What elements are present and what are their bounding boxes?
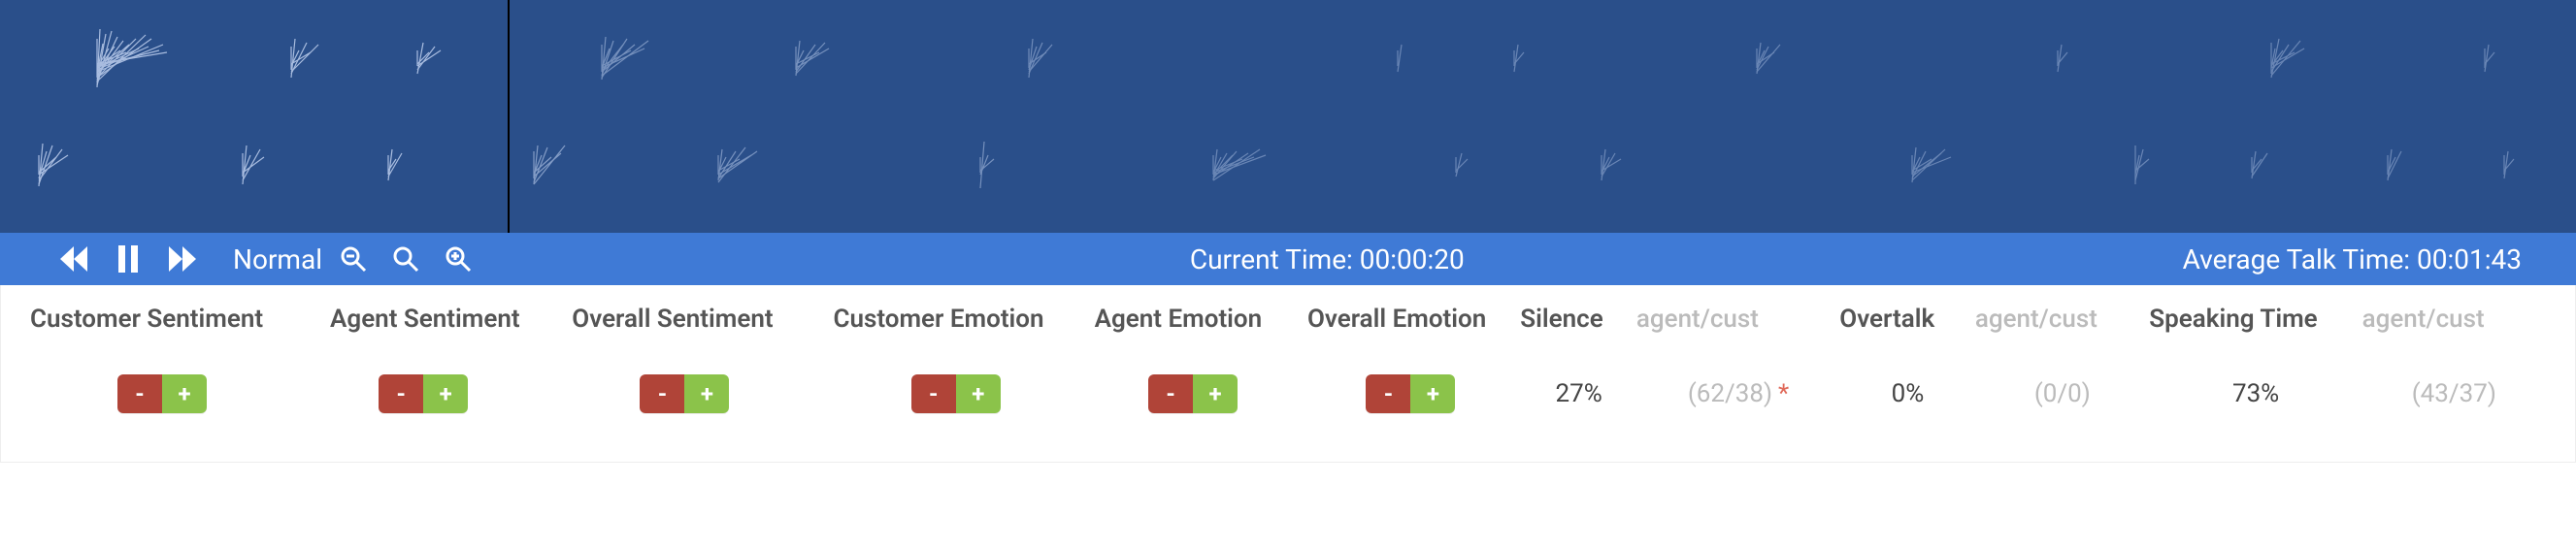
- overall-emotion-plus[interactable]: +: [1410, 374, 1455, 413]
- zoom-out-icon: [340, 245, 367, 273]
- avg-talk-display: Average Talk Time: 00:01:43: [2183, 243, 2522, 275]
- silence-ratio: (62/38)*: [1636, 379, 1839, 408]
- col-overall-sentiment: Overall Sentiment: [572, 305, 833, 334]
- root: Normal Current Time: 00:00:20 Average Ta…: [0, 0, 2576, 463]
- customer-sentiment-control: - +: [117, 374, 207, 413]
- pause-icon: [116, 245, 140, 273]
- speed-label[interactable]: Normal: [233, 243, 322, 275]
- pause-button[interactable]: [116, 245, 140, 273]
- agent-sentiment-plus[interactable]: +: [423, 374, 468, 413]
- forward-icon: [167, 246, 198, 272]
- overall-emotion-control: - +: [1366, 374, 1455, 413]
- agent-emotion-plus[interactable]: +: [1193, 374, 1238, 413]
- avg-talk-label: Average Talk Time:: [2183, 243, 2417, 275]
- overtalk-ratio: (0/0): [1975, 379, 2149, 408]
- silence-ratio-val: (62/38): [1688, 379, 1772, 408]
- rewind-button[interactable]: [58, 246, 89, 272]
- agent-sentiment-minus[interactable]: -: [379, 374, 423, 413]
- col-speaking-ratio-label: agent/cust: [2362, 305, 2546, 334]
- playback-controls: [58, 245, 198, 273]
- col-agent-sentiment: Agent Sentiment: [330, 305, 572, 334]
- agent-emotion-control: - +: [1148, 374, 1238, 413]
- current-time-display: Current Time: 00:00:20: [472, 243, 2183, 275]
- forward-button[interactable]: [167, 246, 198, 272]
- col-overall-emotion: Overall Emotion: [1307, 305, 1520, 334]
- overall-sentiment-minus[interactable]: -: [640, 374, 684, 413]
- waveform-area[interactable]: [0, 0, 2576, 233]
- speaking-pct: 73%: [2150, 379, 2362, 408]
- col-customer-emotion: Customer Emotion: [833, 305, 1094, 334]
- customer-emotion-minus[interactable]: -: [911, 374, 956, 413]
- zoom-reset-button[interactable]: [392, 245, 419, 273]
- metrics-panel: Customer Sentiment Agent Sentiment Overa…: [0, 285, 2576, 463]
- agent-emotion-minus[interactable]: -: [1148, 374, 1193, 413]
- customer-emotion-plus[interactable]: +: [956, 374, 1001, 413]
- current-time-label: Current Time:: [1190, 243, 1360, 275]
- speaking-ratio: (43/37): [2362, 379, 2546, 408]
- silence-pct: 27%: [1521, 379, 1637, 408]
- overall-emotion-minus[interactable]: -: [1366, 374, 1410, 413]
- col-agent-emotion: Agent Emotion: [1095, 305, 1307, 334]
- overall-sentiment-plus[interactable]: +: [684, 374, 729, 413]
- col-overtalk-ratio-label: agent/cust: [1975, 305, 2149, 334]
- rewind-icon: [58, 246, 89, 272]
- col-silence-ratio-label: agent/cust: [1636, 305, 1839, 334]
- zoom-in-button[interactable]: [445, 245, 472, 273]
- col-overtalk: Overtalk: [1839, 305, 1975, 334]
- customer-sentiment-minus[interactable]: -: [117, 374, 162, 413]
- current-time-value: 00:00:20: [1360, 243, 1465, 275]
- col-customer-sentiment: Customer Sentiment: [30, 305, 330, 334]
- zoom-icon: [392, 245, 419, 273]
- customer-sentiment-plus[interactable]: +: [162, 374, 207, 413]
- metrics-header-row: Customer Sentiment Agent Sentiment Overa…: [30, 305, 2546, 334]
- zoom-in-icon: [445, 245, 472, 273]
- col-speaking-time: Speaking Time: [2149, 305, 2361, 334]
- agent-sentiment-control: - +: [379, 374, 468, 413]
- player-control-bar: Normal Current Time: 00:00:20 Average Ta…: [0, 233, 2576, 285]
- overtalk-pct: 0%: [1840, 379, 1975, 408]
- zoom-out-button[interactable]: [340, 245, 367, 273]
- col-silence: Silence: [1520, 305, 1636, 334]
- avg-talk-value: 00:01:43: [2417, 243, 2522, 275]
- silence-asterisk: *: [1778, 379, 1789, 408]
- metrics-value-row: - + - + - + - +: [30, 374, 2546, 413]
- overall-sentiment-control: - +: [640, 374, 729, 413]
- zoom-controls: [340, 245, 472, 273]
- customer-emotion-control: - +: [911, 374, 1001, 413]
